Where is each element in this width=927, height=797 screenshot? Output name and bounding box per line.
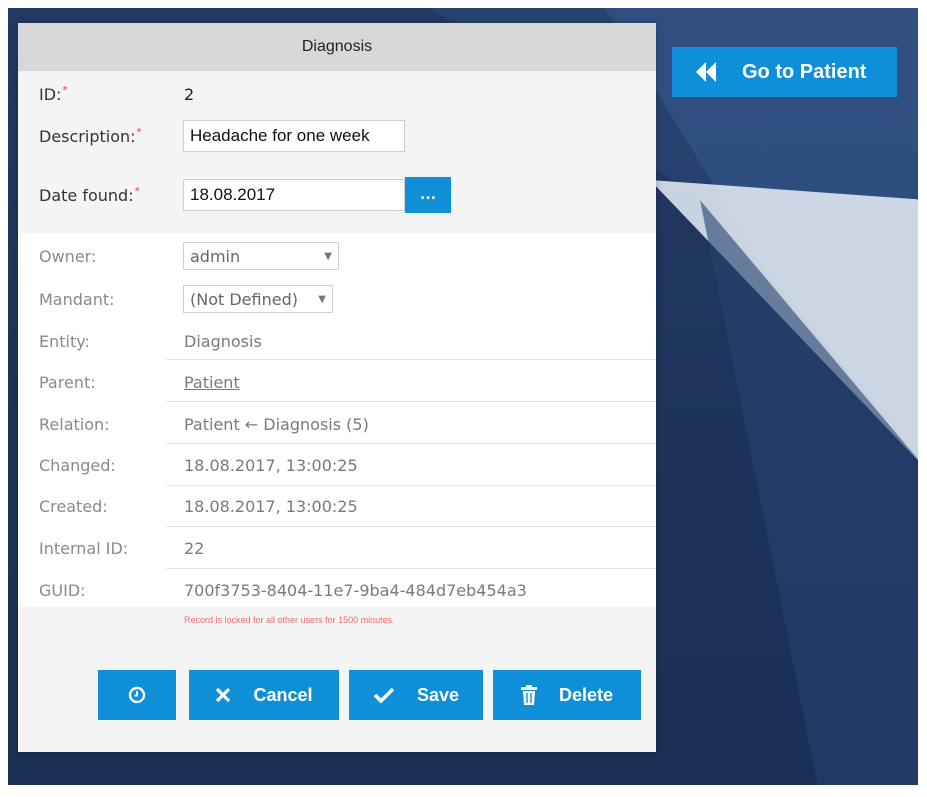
frame-border-left xyxy=(0,0,8,797)
created-label: Created: xyxy=(39,496,108,516)
required-fields: ID:* 2 Description:* Headache for one we… xyxy=(18,71,656,233)
divider xyxy=(166,401,656,402)
owner-row: Owner: admin ▼ xyxy=(18,241,656,271)
frame-border-right xyxy=(918,0,927,797)
check-icon xyxy=(373,686,395,704)
mandant-row: Mandant: (Not Defined) ▼ xyxy=(18,284,656,314)
id-value: 2 xyxy=(184,84,195,104)
cancel-label: Cancel xyxy=(253,684,313,705)
chevron-down-icon: ▼ xyxy=(324,250,332,262)
created-row: Created: 18.08.2017, 13:00:25 xyxy=(18,492,656,520)
id-label: ID:* xyxy=(39,84,68,104)
description-input[interactable]: Headache for one week xyxy=(183,120,405,152)
guid-value: 700f3753-8404-11e7-9ba4-484d7eb454a3 xyxy=(184,580,527,600)
divider xyxy=(166,568,656,569)
guid-label: GUID: xyxy=(39,580,86,600)
changed-label: Changed: xyxy=(39,455,116,475)
lock-message: Record is locked for all other users for… xyxy=(184,615,395,625)
history-button[interactable] xyxy=(98,670,176,720)
owner-select[interactable]: admin ▼ xyxy=(183,242,339,270)
parent-link-wrap: Patient xyxy=(184,373,240,392)
panel-title: Diagnosis xyxy=(18,23,656,71)
date-found-input[interactable]: 18.08.2017 xyxy=(183,179,405,211)
owner-label: Owner: xyxy=(39,246,97,266)
entity-row: Entity: Diagnosis xyxy=(18,327,656,355)
entity-label: Entity: xyxy=(39,331,90,351)
chevron-down-icon: ▼ xyxy=(318,293,326,305)
diagnosis-panel: Diagnosis ID:* 2 Description:* Headache … xyxy=(18,23,656,752)
created-value: 18.08.2017, 13:00:25 xyxy=(184,496,358,516)
internal-id-value: 22 xyxy=(184,538,205,558)
entity-value: Diagnosis xyxy=(184,331,262,351)
relation-row: Relation: Patient ← Diagnosis (5) xyxy=(18,410,656,438)
changed-row: Changed: 18.08.2017, 13:00:25 xyxy=(18,451,656,479)
divider xyxy=(166,443,656,444)
description-row: Description:* Headache for one week xyxy=(18,116,656,156)
mandant-label: Mandant: xyxy=(39,289,115,309)
go-to-patient-button[interactable]: Go to Patient xyxy=(672,47,897,97)
trash-icon xyxy=(520,685,537,705)
changed-value: 18.08.2017, 13:00:25 xyxy=(184,455,358,475)
owner-value: admin xyxy=(190,246,241,266)
cancel-button[interactable]: Cancel xyxy=(189,670,339,720)
delete-label: Delete xyxy=(558,684,614,705)
parent-link[interactable]: Patient xyxy=(184,373,240,392)
meta-fields: Owner: admin ▼ Mandant: (Not Defined) ▼ … xyxy=(18,233,656,607)
save-label: Save xyxy=(416,684,460,705)
relation-value: Patient ← Diagnosis (5) xyxy=(184,414,369,434)
guid-row: GUID: 700f3753-8404-11e7-9ba4-484d7eb454… xyxy=(18,576,656,604)
action-area: Record is locked for all other users for… xyxy=(18,607,656,752)
go-to-patient-label: Go to Patient xyxy=(742,60,867,83)
divider xyxy=(166,526,656,527)
save-button[interactable]: Save xyxy=(349,670,483,720)
delete-button[interactable]: Delete xyxy=(493,670,641,720)
frame-border-bottom xyxy=(0,785,927,797)
description-label: Description:* xyxy=(39,126,142,146)
date-found-row: Date found:* 18.08.2017 ... xyxy=(18,173,656,217)
mandant-select[interactable]: (Not Defined) ▼ xyxy=(183,285,333,313)
id-row: ID:* 2 xyxy=(18,78,656,110)
date-picker-button[interactable]: ... xyxy=(405,177,451,213)
clock-icon xyxy=(128,686,146,704)
divider xyxy=(166,359,656,360)
x-icon xyxy=(215,687,231,703)
double-chevron-left-icon xyxy=(696,62,718,82)
parent-label: Parent: xyxy=(39,372,96,392)
relation-label: Relation: xyxy=(39,414,110,434)
date-found-label: Date found:* xyxy=(39,185,140,205)
frame-border-top xyxy=(0,0,927,8)
internal-id-label: Internal ID: xyxy=(39,538,129,558)
mandant-value: (Not Defined) xyxy=(190,289,298,309)
internal-id-row: Internal ID: 22 xyxy=(18,534,656,562)
parent-row: Parent: Patient xyxy=(18,368,656,396)
divider xyxy=(166,485,656,486)
